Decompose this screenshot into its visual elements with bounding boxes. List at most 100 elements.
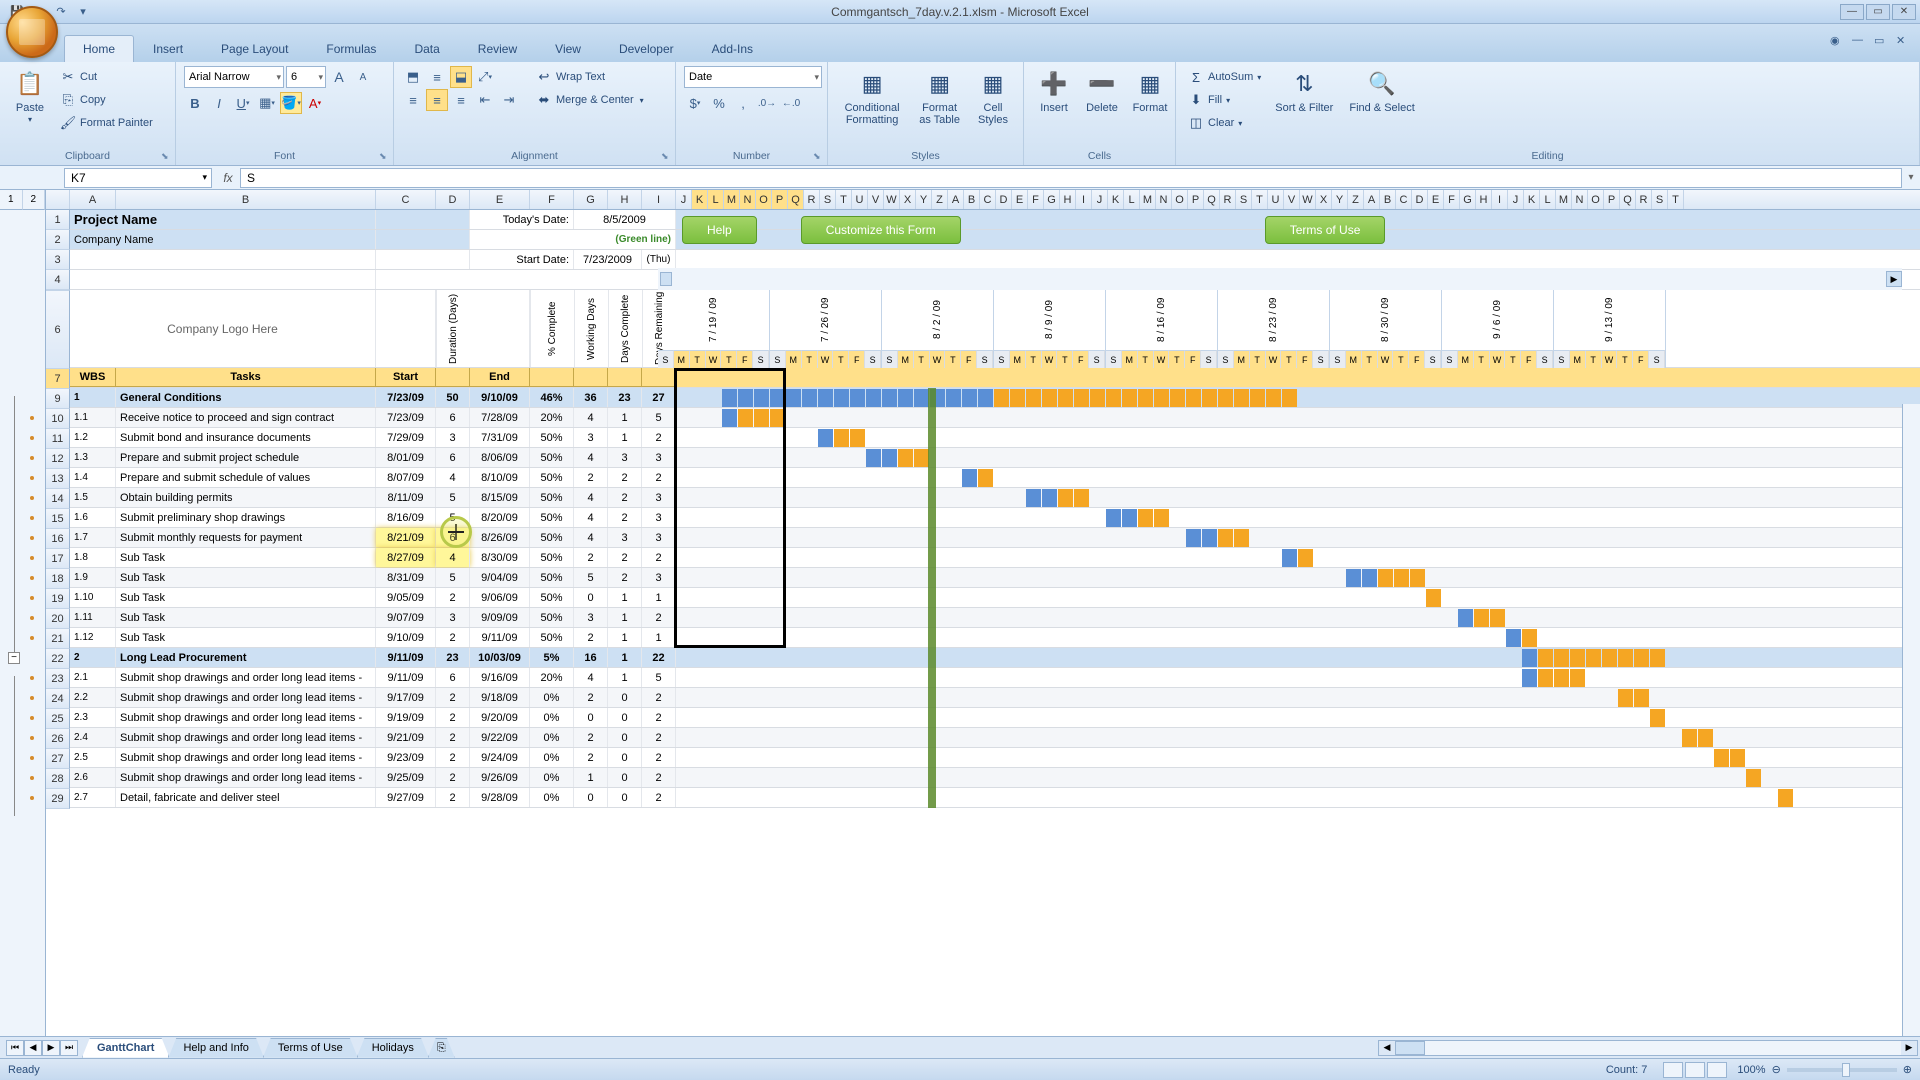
col-header-AB[interactable]: B — [964, 190, 980, 209]
col-header-BT[interactable]: T — [1668, 190, 1684, 209]
row-header-19[interactable]: 19 — [46, 589, 70, 609]
row-header-17[interactable]: 17 — [46, 549, 70, 569]
clipboard-launcher[interactable]: ⬊ — [161, 151, 173, 163]
col-header-R[interactable]: R — [804, 190, 820, 209]
ribbon-tab-page-layout[interactable]: Page Layout — [202, 35, 307, 62]
col-header-AG[interactable]: G — [1044, 190, 1060, 209]
close-button[interactable]: ✕ — [1892, 4, 1916, 20]
col-header-K[interactable]: K — [692, 190, 708, 209]
ribbon-tab-insert[interactable]: Insert — [134, 35, 202, 62]
zoom-in-button[interactable]: ⊕ — [1903, 1063, 1912, 1076]
col-header-AO[interactable]: O — [1172, 190, 1188, 209]
wrap-text-button[interactable]: ↩Wrap Text — [532, 66, 648, 88]
col-header-D[interactable]: D — [436, 190, 470, 209]
col-header-AZ[interactable]: Z — [1348, 190, 1364, 209]
col-header-AT[interactable]: T — [1252, 190, 1268, 209]
cut-button[interactable]: ✂Cut — [56, 66, 157, 88]
col-header-AF[interactable]: F — [1028, 190, 1044, 209]
inc-decimal-icon[interactable]: .0→ — [756, 92, 778, 114]
col-header-BB[interactable]: B — [1380, 190, 1396, 209]
copy-button[interactable]: ⎘Copy — [56, 89, 157, 111]
format-painter-button[interactable]: 🖌Format Painter — [56, 112, 157, 134]
office-button[interactable] — [6, 6, 58, 58]
col-header-AL[interactable]: L — [1124, 190, 1140, 209]
col-header-AN[interactable]: N — [1156, 190, 1172, 209]
col-header-AV[interactable]: V — [1284, 190, 1300, 209]
col-header-A[interactable]: A — [70, 190, 116, 209]
conditional-formatting-button[interactable]: ▦Conditional Formatting — [836, 66, 908, 128]
qat-customize-icon[interactable]: ▾ — [74, 3, 92, 21]
grow-font-icon[interactable]: A — [328, 66, 350, 88]
col-header-V[interactable]: V — [868, 190, 884, 209]
fill-button[interactable]: ⬇Fill▾ — [1184, 89, 1265, 111]
merge-center-button[interactable]: ⬌Merge & Center▾ — [532, 89, 648, 111]
col-header-AM[interactable]: M — [1140, 190, 1156, 209]
col-header-X[interactable]: X — [900, 190, 916, 209]
col-header-AE[interactable]: E — [1012, 190, 1028, 209]
alignment-launcher[interactable]: ⬊ — [661, 151, 673, 163]
tab-nav-last[interactable]: ⏭ — [60, 1040, 78, 1056]
row-header-27[interactable]: 27 — [46, 749, 70, 769]
col-header-BL[interactable]: L — [1540, 190, 1556, 209]
col-header-L[interactable]: L — [708, 190, 724, 209]
ribbon-tab-developer[interactable]: Developer — [600, 35, 693, 62]
zoom-value[interactable]: 100% — [1737, 1064, 1765, 1076]
sheet-tab-holidays[interactable]: Holidays — [357, 1038, 429, 1058]
col-header-AS[interactable]: S — [1236, 190, 1252, 209]
col-header-AA[interactable]: A — [948, 190, 964, 209]
percent-icon[interactable]: % — [708, 92, 730, 114]
ribbon-tab-add-ins[interactable]: Add-Ins — [693, 35, 772, 62]
col-header-BC[interactable]: C — [1396, 190, 1412, 209]
indent-inc-icon[interactable]: ⇥ — [498, 89, 520, 111]
row-header-2[interactable]: 2 — [46, 230, 70, 250]
col-header-Q[interactable]: Q — [788, 190, 804, 209]
outline-collapse[interactable]: − — [8, 652, 20, 664]
col-header-AJ[interactable]: J — [1092, 190, 1108, 209]
col-header-O[interactable]: O — [756, 190, 772, 209]
bold-button[interactable]: B — [184, 92, 206, 114]
row-header-6[interactable]: 6 — [46, 291, 70, 369]
row-header-18[interactable]: 18 — [46, 569, 70, 589]
col-header-N[interactable]: N — [740, 190, 756, 209]
col-header-AH[interactable]: H — [1060, 190, 1076, 209]
cell-styles-button[interactable]: ▦Cell Styles — [971, 66, 1015, 128]
company-logo-placeholder[interactable]: Company Logo Here — [70, 290, 376, 367]
col-header-AU[interactable]: U — [1268, 190, 1284, 209]
col-header-AK[interactable]: K — [1108, 190, 1124, 209]
zoom-slider[interactable] — [1787, 1068, 1897, 1072]
row-header-7[interactable]: 7 — [46, 369, 70, 389]
insert-sheet-tab[interactable]: ⎘ — [428, 1038, 455, 1058]
row-header-16[interactable]: 16 — [46, 529, 70, 549]
ribbon-tab-data[interactable]: Data — [395, 35, 458, 62]
row-header-3[interactable]: 3 — [46, 250, 70, 270]
col-header-AI[interactable]: I — [1076, 190, 1092, 209]
col-header-H[interactable]: H — [608, 190, 642, 209]
terms-button[interactable]: Terms of Use — [1265, 216, 1386, 244]
currency-icon[interactable]: $▾ — [684, 92, 706, 114]
col-header-AX[interactable]: X — [1316, 190, 1332, 209]
row-header-10[interactable]: 10 — [46, 409, 70, 429]
spreadsheet-grid[interactable]: 12 − ABCDEFGHIJKLMNOPQRSTUVWXYZABCDEFGHI… — [0, 190, 1920, 1036]
row-header-22[interactable]: 22 — [46, 649, 70, 669]
font-color-button[interactable]: A▾ — [304, 92, 326, 114]
formula-input[interactable]: S — [240, 168, 1902, 188]
col-header-E[interactable]: E — [470, 190, 530, 209]
ribbon-tab-view[interactable]: View — [536, 35, 600, 62]
fx-button[interactable]: fx — [216, 171, 240, 185]
view-pagebreak-button[interactable] — [1707, 1062, 1727, 1078]
redo-icon[interactable]: ↷ — [52, 3, 70, 21]
col-header-BK[interactable]: K — [1524, 190, 1540, 209]
borders-button[interactable]: ▦▾ — [256, 92, 278, 114]
row-header-1[interactable]: 1 — [46, 210, 70, 230]
align-center-icon[interactable]: ≡ — [426, 89, 448, 111]
underline-button[interactable]: U▾ — [232, 92, 254, 114]
tab-nav-prev[interactable]: ◀ — [24, 1040, 42, 1056]
comma-icon[interactable]: , — [732, 92, 754, 114]
col-header-BM[interactable]: M — [1556, 190, 1572, 209]
delete-cells-button[interactable]: ➖Delete — [1080, 66, 1124, 116]
doc-close-icon[interactable]: ✕ — [1896, 34, 1912, 50]
col-header-AW[interactable]: W — [1300, 190, 1316, 209]
row-header-29[interactable]: 29 — [46, 789, 70, 809]
col-header-Z[interactable]: Z — [932, 190, 948, 209]
help-button[interactable]: Help — [682, 216, 757, 244]
